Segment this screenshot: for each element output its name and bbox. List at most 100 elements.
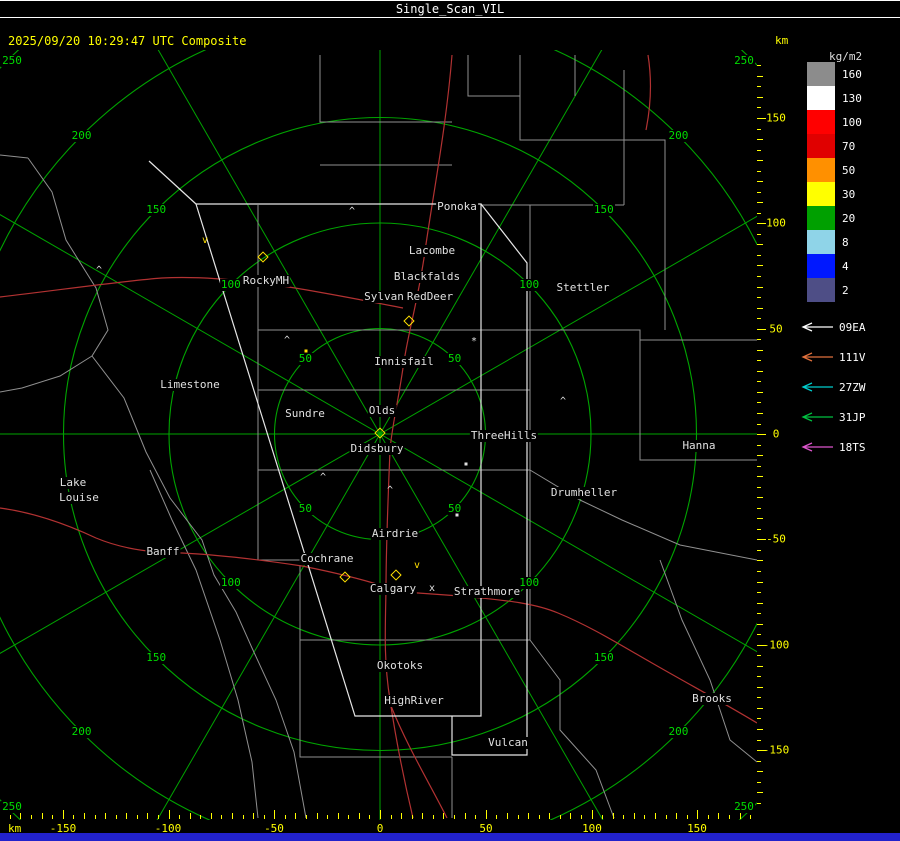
axis-tick [757,665,763,667]
legend-swatch [807,158,835,182]
right-axis-unit: km [775,34,789,47]
town-label: Innisfail [373,355,435,368]
legend-entry: 20 [793,206,900,230]
axis-tick [757,297,761,298]
axis-tick [757,676,761,678]
town-marker-diamond [257,251,269,263]
axis-tick [623,815,625,819]
axis-tick [189,813,191,819]
axis-tick [358,813,360,819]
axis-tick [369,815,371,819]
axis-tick [757,402,761,404]
radar-site-arrow-icon [801,352,833,362]
town-marker-diamond [339,571,351,583]
town-label: RockyMH [241,274,291,287]
axis-tick [570,813,572,819]
axis-tick [757,181,763,183]
axis-tick [316,813,318,819]
axis-tick [221,815,223,819]
axis-tick [757,697,761,699]
axis-tick [549,813,551,819]
right-axis-tick-label: 0 [772,427,780,441]
legend-value: 70 [842,139,856,153]
radar-site-id: 18TS [839,440,866,454]
legend-swatch [807,182,835,206]
axis-tick [210,813,212,819]
town-label: Blackfalds [392,270,462,283]
town-label: Lake [58,476,88,489]
axis-tick [62,810,64,819]
axis-tick [757,592,761,593]
town-marker-diamond [403,315,415,327]
axis-tick [757,286,763,288]
legend-entry: 30 [793,182,900,206]
axis-tick [602,815,604,819]
axis-tick [263,815,265,819]
axis-tick [757,507,761,509]
axis-tick [380,810,381,819]
town-label: Lacombe [407,244,457,257]
axis-tick [411,815,413,819]
right-axis-tick-label: 150 [766,111,786,125]
town-marker-vee: v [201,235,209,246]
axis-tick [757,718,761,720]
axis-tick [757,160,763,162]
range-ring-label: 100 [518,277,541,291]
axis-tick [528,813,529,819]
range-ring-label: 250 [733,799,755,813]
legend-entry: 8 [793,230,900,254]
right-axis-tick-label: -100 [762,638,790,652]
radar-map[interactable]: 50 50 50 50 100 100 100 100 150 150 150 150 200 200 20… [0,50,757,820]
town-marker-caret: ^ [283,335,291,346]
axis-tick [306,815,307,819]
range-ring-label: 100 [518,576,541,590]
town-label: Louise [58,491,100,504]
axis-tick [757,244,763,246]
range-ring-label: 200 [667,128,690,142]
axis-tick [757,191,761,193]
legend-entry: 4 [793,254,900,278]
side-panel: kg/m2 160 130 100 70 50 30 20 8 4 2 09EA 111V 27ZW 3… [793,50,900,820]
axis-tick [757,202,763,204]
axis-tick [485,810,487,819]
window-title: Single_Scan_VIL [395,2,505,16]
axis-tick [757,339,761,341]
axis-tick [422,813,424,819]
axis-tick [757,75,763,77]
radar-site-arrow-icon [801,412,833,422]
axis-tick [757,86,761,88]
range-ring-label: 250 [1,54,23,67]
legend-entry: 2 [793,278,900,302]
range-ring-label: 200 [70,725,93,739]
axis-tick [757,381,761,383]
range-ring-label: 150 [592,203,615,217]
axis-tick [757,613,761,615]
axis-tick [327,815,329,819]
axis-tick [253,813,255,819]
axis-tick [390,815,392,819]
axis-tick [757,655,761,657]
radar-site: 27ZW [793,372,900,402]
axis-tick [496,815,498,819]
axis-tick [757,549,761,551]
town-label: Airdrie [370,527,420,540]
axis-tick [157,815,159,819]
axis-tick [757,107,761,109]
axis-tick [115,815,117,819]
town-label: Calgary [368,582,418,595]
axis-tick [757,96,763,98]
right-axis-tick-label: 50 [769,322,783,336]
town-label: ThreeHills [469,429,539,442]
axis-tick [580,815,582,819]
axis-tick [31,815,32,819]
axis-tick [506,813,508,819]
axis-tick [231,813,233,819]
range-ring-label: 100 [219,277,242,291]
axis-tick [729,815,730,819]
legend-swatch [807,230,835,254]
town-label: Limestone [159,378,221,391]
legend-swatch [807,110,835,134]
axis-tick [757,792,763,794]
axis-tick [757,571,761,572]
axis-tick [94,815,96,819]
